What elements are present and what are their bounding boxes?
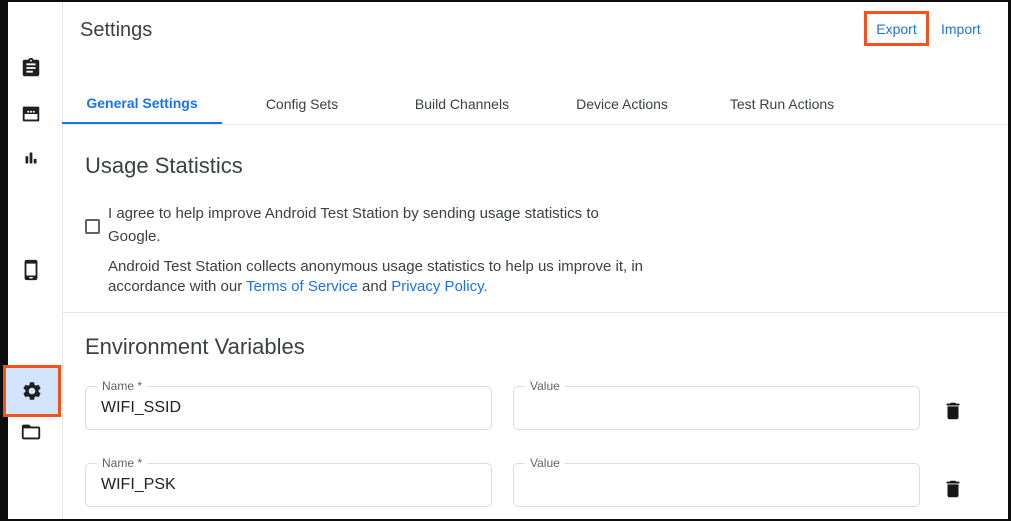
env-value-input[interactable]	[529, 464, 905, 506]
page-title: Settings	[80, 17, 152, 43]
env-name-field: Name *	[85, 463, 492, 507]
tab-device-actions[interactable]: Device Actions	[542, 83, 702, 124]
usage-agree-line1: I agree to help improve Android Test Sta…	[108, 202, 599, 225]
trash-icon	[942, 488, 964, 503]
env-value-input[interactable]	[529, 387, 905, 429]
usage-statistics-heading: Usage Statistics	[85, 152, 243, 180]
tab-test-run-actions[interactable]: Test Run Actions	[702, 83, 862, 124]
env-name-input[interactable]	[101, 464, 477, 506]
smartphone-icon[interactable]	[20, 259, 42, 281]
tab-build-channels[interactable]: Build Channels	[382, 83, 542, 124]
env-value-field: Value	[513, 463, 920, 507]
settings-tabbar: General Settings Config Sets Build Chann…	[62, 83, 1008, 125]
usage-info-line1: Android Test Station collects anonymous …	[108, 257, 643, 277]
import-button[interactable]: Import	[941, 21, 981, 37]
delete-row-button[interactable]	[942, 400, 964, 422]
env-name-input[interactable]	[101, 387, 477, 429]
terms-of-service-link[interactable]: Terms of Service	[246, 278, 358, 295]
calendar-icon[interactable]	[20, 103, 42, 125]
environment-variables-heading: Environment Variables	[85, 333, 305, 361]
folder-icon[interactable]	[20, 421, 42, 443]
export-annotation-box: Export	[864, 11, 929, 46]
tab-general-settings[interactable]: General Settings	[62, 83, 222, 124]
env-value-field: Value	[513, 386, 920, 430]
screenshot-frame-top	[0, 0, 1011, 2]
env-name-field: Name *	[85, 386, 492, 430]
tab-config-sets[interactable]: Config Sets	[222, 83, 382, 124]
clipboard-icon[interactable]	[20, 57, 42, 79]
delete-row-button[interactable]	[942, 478, 964, 500]
privacy-policy-link[interactable]: Privacy Policy	[391, 278, 483, 295]
section-divider	[63, 312, 1008, 313]
usage-info-text: Android Test Station collects anonymous …	[108, 257, 643, 297]
usage-agree-text: I agree to help improve Android Test Sta…	[108, 202, 599, 248]
sidebar-divider	[62, 2, 63, 519]
settings-icon[interactable]	[21, 380, 43, 402]
usage-info-line2: accordance with our Terms of Service and…	[108, 277, 643, 297]
trash-icon	[942, 410, 964, 425]
export-button[interactable]: Export	[876, 21, 916, 37]
bar-chart-icon[interactable]	[20, 147, 42, 169]
usage-agree-line2: Google.	[108, 225, 599, 248]
settings-highlight-box	[3, 365, 61, 417]
usage-statistics-checkbox[interactable]	[85, 219, 100, 234]
screenshot-frame-left	[0, 0, 8, 521]
